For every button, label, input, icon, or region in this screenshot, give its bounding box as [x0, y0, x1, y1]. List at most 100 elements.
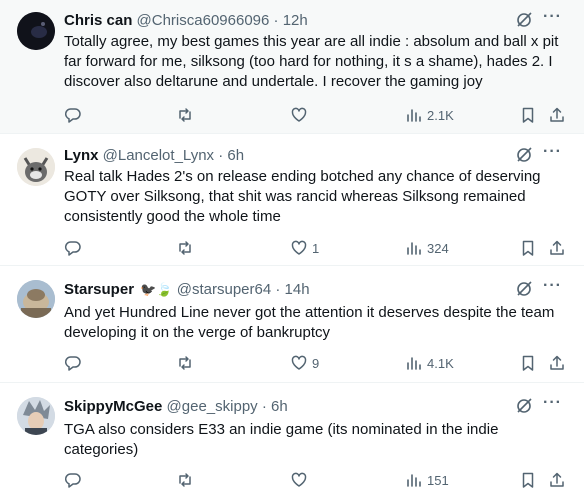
like-icon: [291, 472, 307, 487]
like-button[interactable]: [290, 104, 312, 126]
action-bar: 1 324: [0, 237, 584, 259]
views-button[interactable]: 151: [405, 469, 449, 491]
tweet[interactable]: Lynx @Lancelot_Lynx · 6h ··· Real talk H…: [0, 134, 584, 266]
avatar[interactable]: [17, 12, 55, 50]
repost-button[interactable]: [176, 104, 198, 126]
avatar[interactable]: [17, 148, 55, 186]
timestamp[interactable]: 12h: [283, 12, 308, 29]
share-icon: [550, 240, 564, 255]
views-icon: [407, 474, 421, 487]
tweet-text: Totally agree, my best games this year a…: [64, 33, 559, 90]
display-name[interactable]: SkippyMcGee: [64, 398, 162, 415]
tweet[interactable]: Starsuper 🐦‍⬛🍃 @starsuper64 · 14h ··· An…: [0, 266, 584, 383]
like-count: 9: [312, 355, 320, 371]
views-count: 4.1K: [427, 355, 454, 371]
action-bar: 2.1K: [0, 104, 584, 126]
views-button[interactable]: 4.1K: [405, 352, 454, 374]
reply-button[interactable]: [64, 469, 86, 491]
reply-button[interactable]: [64, 237, 86, 259]
tweet-text: TGA also considers E33 an indie game (it…: [64, 421, 499, 458]
timestamp[interactable]: 14h: [285, 281, 310, 298]
display-name[interactable]: Chris can: [64, 12, 132, 29]
reply-icon: [64, 473, 81, 488]
separator: ·: [218, 147, 224, 164]
separator: ·: [261, 398, 267, 415]
handle[interactable]: @starsuper64: [177, 281, 271, 298]
avatar[interactable]: [17, 397, 55, 435]
share-button[interactable]: [548, 237, 566, 259]
share-button[interactable]: [548, 352, 566, 374]
share-button[interactable]: [548, 104, 566, 126]
bookmark-icon: [522, 355, 534, 371]
grok-icon[interactable]: [515, 397, 533, 415]
like-button[interactable]: 9: [290, 352, 319, 374]
tweet[interactable]: Chris can @Chrisca60966096 · 12h ··· Tot…: [0, 0, 584, 134]
handle[interactable]: @gee_skippy: [167, 398, 258, 415]
share-icon: [550, 107, 564, 122]
avatar[interactable]: [17, 280, 55, 318]
reply-button[interactable]: [64, 104, 86, 126]
like-icon: [291, 107, 307, 122]
tweet-header: Lynx @Lancelot_Lynx · 6h ···: [64, 143, 574, 166]
like-button[interactable]: 1: [290, 237, 319, 259]
repost-icon: [179, 473, 191, 487]
timestamp[interactable]: 6h: [271, 398, 288, 415]
share-icon: [550, 355, 564, 370]
like-count: 1: [312, 240, 320, 256]
views-icon: [407, 109, 421, 122]
views-icon: [407, 242, 421, 255]
avatar-image: [17, 148, 55, 186]
tweet-text: And yet Hundred Line never got the atten…: [64, 304, 555, 341]
more-icon[interactable]: ···: [543, 7, 562, 27]
action-bar: 151: [0, 469, 584, 491]
repost-icon: [179, 241, 191, 255]
tweet-header: Starsuper 🐦‍⬛🍃 @starsuper64 · 14h ···: [64, 277, 574, 300]
grok-icon[interactable]: [515, 11, 533, 29]
views-icon: [407, 357, 421, 370]
grok-icon[interactable]: [515, 280, 533, 298]
avatar-image: [17, 12, 55, 50]
like-button[interactable]: [290, 469, 312, 491]
avatar-image: [17, 280, 55, 318]
tweet-text: Real talk Hades 2's on release ending bo…: [64, 168, 541, 225]
reply-icon: [64, 241, 81, 256]
more-icon[interactable]: ···: [543, 393, 562, 413]
grok-icon[interactable]: [515, 146, 533, 164]
like-icon: [291, 355, 307, 370]
more-icon[interactable]: ···: [543, 276, 562, 296]
bookmark-icon: [522, 107, 534, 123]
separator: ·: [273, 12, 279, 29]
repost-icon: [179, 356, 191, 370]
action-bar: 9 4.1K: [0, 352, 584, 374]
views-button[interactable]: 324: [405, 237, 449, 259]
views-count: 324: [427, 240, 449, 256]
like-icon: [291, 240, 307, 255]
bookmark-button[interactable]: [519, 469, 537, 491]
views-count: 151: [427, 472, 449, 488]
reply-icon: [64, 356, 81, 371]
bookmark-button[interactable]: [519, 237, 537, 259]
tweet-header: Chris can @Chrisca60966096 · 12h ···: [64, 8, 574, 31]
share-button[interactable]: [548, 469, 566, 491]
bookmark-icon: [522, 240, 534, 256]
display-name[interactable]: Starsuper: [64, 281, 134, 298]
repost-button[interactable]: [176, 352, 198, 374]
more-icon[interactable]: ···: [543, 142, 562, 162]
bookmark-button[interactable]: [519, 352, 537, 374]
reply-button[interactable]: [64, 352, 86, 374]
repost-button[interactable]: [176, 469, 198, 491]
name-emoji: 🐦‍⬛🍃: [140, 282, 173, 297]
handle[interactable]: @Chrisca60966096: [137, 12, 270, 29]
share-icon: [550, 472, 564, 487]
handle[interactable]: @Lancelot_Lynx: [103, 147, 214, 164]
avatar-image: [17, 397, 55, 435]
bookmark-button[interactable]: [519, 104, 537, 126]
tweet-header: SkippyMcGee @gee_skippy · 6h ···: [64, 394, 574, 417]
repost-button[interactable]: [176, 237, 198, 259]
tweet[interactable]: SkippyMcGee @gee_skippy · 6h ··· TGA als…: [0, 383, 584, 498]
timestamp[interactable]: 6h: [227, 147, 244, 164]
reply-feed: Chris can @Chrisca60966096 · 12h ··· Tot…: [0, 0, 584, 498]
display-name[interactable]: Lynx: [64, 147, 98, 164]
views-count: 2.1K: [427, 107, 454, 123]
views-button[interactable]: 2.1K: [405, 104, 454, 126]
